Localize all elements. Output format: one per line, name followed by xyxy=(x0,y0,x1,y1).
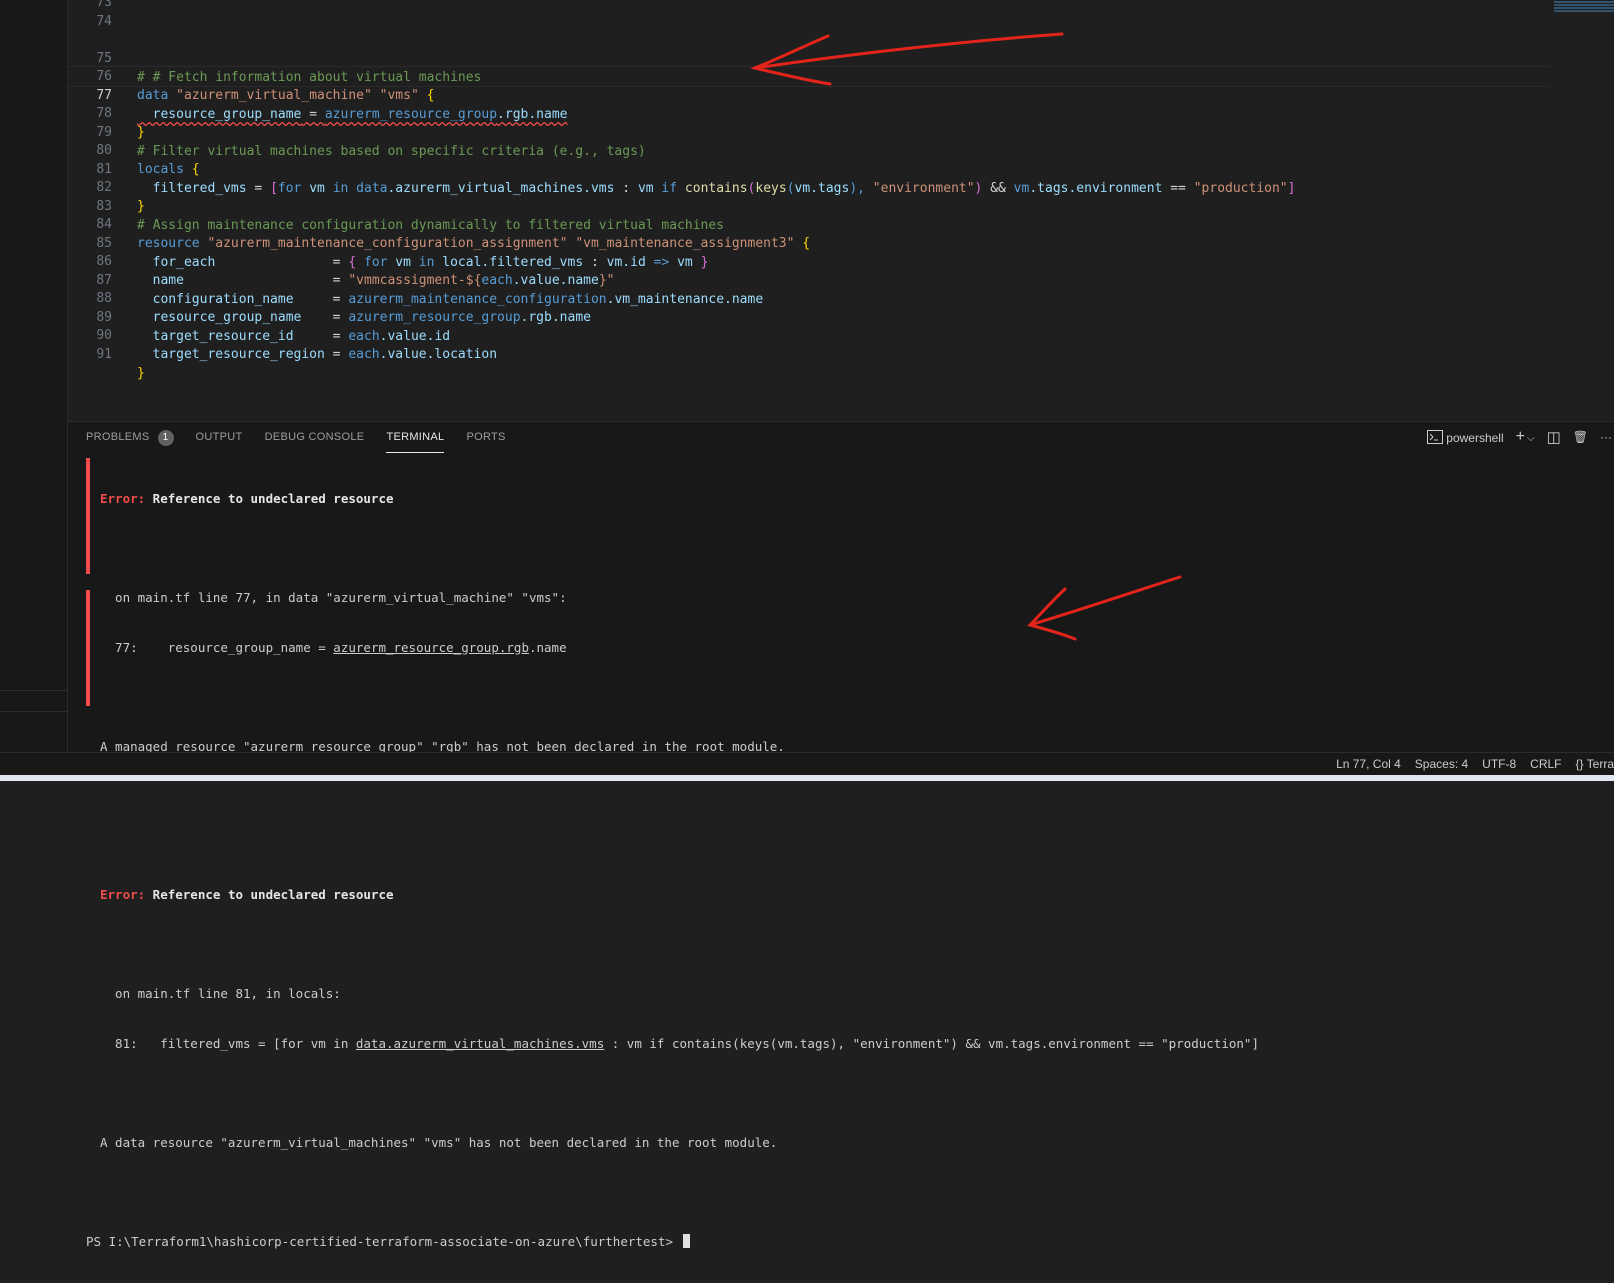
code-text: 81: filtered_vms = [for vm in xyxy=(100,1035,356,1051)
code-line-79: 79 # Filter virtual machines based on sp… xyxy=(68,104,1548,159)
code-text: 77: resource_group_name = xyxy=(100,639,334,655)
code-line-80: 80 locals { xyxy=(68,122,1548,177)
operator: = xyxy=(324,347,349,362)
tab-label: PORTS xyxy=(466,431,506,443)
shell-prompt: PS I:\Terraform1\hashicorp-certified-ter… xyxy=(86,1233,681,1249)
attribute: target_resource_region xyxy=(137,347,325,362)
error-heading: Error: Reference to undeclared resource xyxy=(86,491,1596,508)
panel-actions: powershell + ⌵ ◫ 🗑 ··· xyxy=(1426,422,1614,452)
code-line-84: 84 resource "azurerm_maintenance_configu… xyxy=(68,196,1548,251)
tab-ports[interactable]: PORTS xyxy=(466,422,505,452)
code-line-86: 86 name = "vmmcassigment-${each.value.na… xyxy=(68,233,1548,288)
trash-icon: 🗑 xyxy=(1572,430,1588,444)
line-ending[interactable]: CRLF xyxy=(1530,757,1561,771)
code-line-85: 85 for_each = { for vm in local.filtered… xyxy=(68,215,1548,270)
error-code-line: 81: filtered_vms = [for vm in data.azure… xyxy=(86,1036,1596,1053)
line-number: 74 xyxy=(96,14,112,29)
error-location: on main.tf line 77, in data "azurerm_vir… xyxy=(100,590,567,605)
tab-label: TERMINAL xyxy=(386,430,445,443)
minimap[interactable] xyxy=(1554,0,1614,18)
code-line-73: 73 xyxy=(68,0,1548,12)
side-bar xyxy=(0,0,68,752)
error-label: Error: xyxy=(100,491,146,506)
plus-icon: + xyxy=(1515,428,1525,445)
code-line-81: 81 filtered_vms = [for vm in data.azurer… xyxy=(68,141,1548,196)
code-line-90: 90 target_resource_region = each.value.l… xyxy=(68,307,1548,362)
taskbar-edge xyxy=(0,775,1614,781)
new-terminal-button[interactable]: + ⌵ xyxy=(1516,428,1535,446)
terminal-icon xyxy=(1426,429,1443,444)
code-line-88: 88 resource_group_name = azurerm_resourc… xyxy=(68,270,1548,325)
error-heading: Error: Reference to undeclared resource xyxy=(86,887,1596,904)
text-cursor xyxy=(682,1233,690,1248)
code-line-91: 91 } xyxy=(68,326,1548,381)
code-line-89: 89 target_resource_id = each.value.id xyxy=(68,289,1548,344)
annotation-arrow-icon xyxy=(750,32,1064,86)
tab-label: OUTPUT xyxy=(195,431,243,443)
error-location: on main.tf line 81, in locals: xyxy=(100,986,341,1001)
error-code-line: 77: resource_group_name = azurerm_resour… xyxy=(86,640,1596,657)
tab-label: PROBLEMS xyxy=(86,431,150,443)
split-terminal-button[interactable]: ◫ xyxy=(1547,428,1561,446)
code-text: : vm if contains(keys(vm.tags), "environ… xyxy=(604,1035,1259,1051)
ellipsis-icon: ··· xyxy=(1600,430,1612,444)
code-line-87: 87 configuration_name = azurerm_maintena… xyxy=(68,252,1548,307)
tab-debug-console[interactable]: DEBUG CONSOLE xyxy=(265,422,365,452)
file-encoding[interactable]: UTF-8 xyxy=(1482,757,1516,771)
line-number: 91 xyxy=(96,347,112,362)
status-bar: Ln 77, Col 4 Spaces: 4 UTF-8 CRLF {} Ter… xyxy=(0,752,1614,775)
shell-name: powershell xyxy=(1446,430,1504,445)
cursor-position[interactable]: Ln 77, Col 4 xyxy=(1336,757,1401,771)
error-title: Reference to undeclared resource xyxy=(145,887,394,902)
annotation-arrow-icon xyxy=(1027,575,1182,641)
line-number: 73 xyxy=(96,0,112,10)
tab-terminal[interactable]: TERMINAL xyxy=(386,422,445,453)
code-text: .name xyxy=(528,639,567,655)
brace: } xyxy=(137,366,145,381)
chevron-down-icon: ⌵ xyxy=(1526,433,1535,444)
keyword: each xyxy=(348,347,380,362)
side-divider xyxy=(0,711,67,712)
bottom-panel: PROBLEMS 1 OUTPUT DEBUG CONSOLE TERMINAL … xyxy=(68,421,1614,1249)
indentation[interactable]: Spaces: 4 xyxy=(1415,757,1468,771)
error-message: A data resource "azurerm_virtual_machine… xyxy=(100,1134,778,1150)
code-line-74: 74 xyxy=(68,12,1548,31)
tab-label: DEBUG CONSOLE xyxy=(264,431,365,443)
split-icon: ◫ xyxy=(1546,429,1561,446)
problems-count-badge: 1 xyxy=(157,430,174,446)
tab-output[interactable]: OUTPUT xyxy=(196,422,243,452)
reference-path: .value.location xyxy=(379,347,498,362)
more-actions-button[interactable]: ··· xyxy=(1600,430,1612,444)
code-line-83: 83 # Assign maintenance configuration dy… xyxy=(68,178,1548,233)
code-highlight: data.azurerm_virtual_machines.vms xyxy=(355,1035,605,1051)
tab-problems[interactable]: PROBLEMS 1 xyxy=(86,422,174,452)
code-highlight: azurerm_resource_group.rgb xyxy=(333,639,529,655)
prompt-line[interactable]: PS I:\Terraform1\hashicorp-certified-ter… xyxy=(86,1233,1596,1251)
language-mode[interactable]: {} Terra xyxy=(1576,757,1614,771)
error-title: Reference to undeclared resource xyxy=(145,491,394,506)
error-label: Error: xyxy=(100,887,146,902)
terminal-shell-selector[interactable]: powershell xyxy=(1426,429,1504,445)
code-line-82: 82 } xyxy=(68,159,1548,214)
terminal-output[interactable]: Error: Reference to undeclared resource … xyxy=(86,458,1596,1283)
side-divider xyxy=(0,690,67,691)
kill-terminal-button[interactable]: 🗑 xyxy=(1573,430,1588,444)
panel-tabs: PROBLEMS 1 OUTPUT DEBUG CONSOLE TERMINAL … xyxy=(86,422,506,453)
